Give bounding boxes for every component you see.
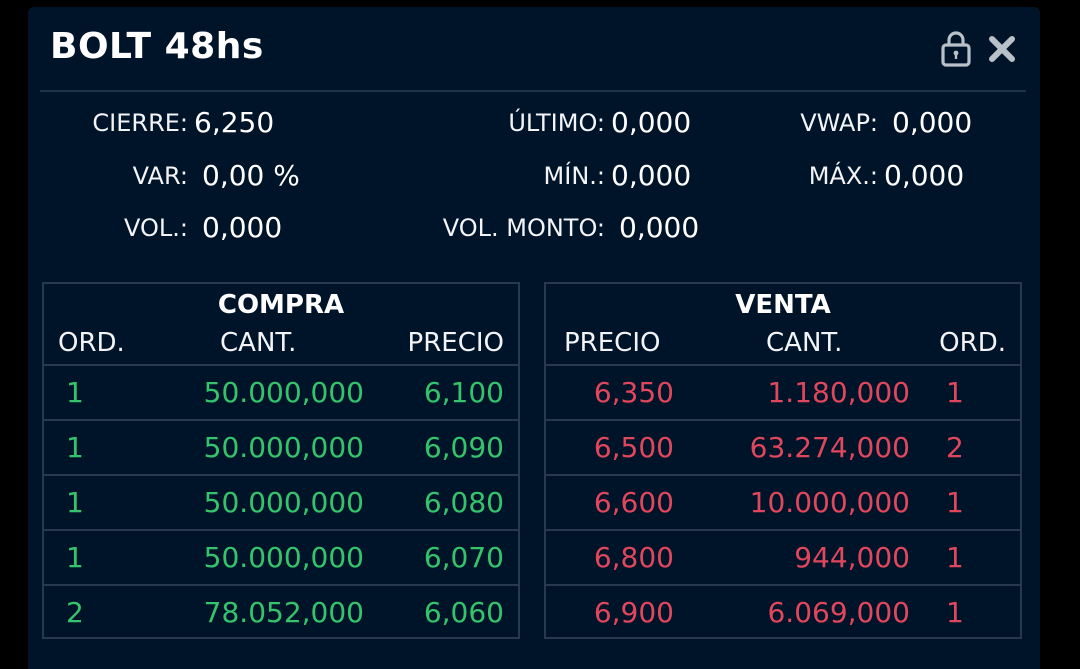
venta-precio: 6,800 xyxy=(593,541,674,574)
compra-cant: 50.000,000 xyxy=(203,431,364,464)
venta-ord: 1 xyxy=(946,541,964,574)
compra-header: COMPRA ORD. CANT. PRECIO xyxy=(44,284,518,366)
venta-row[interactable]: 6,600 10.000,000 1 xyxy=(546,476,1020,531)
stat-max-label-box: MÁX.: xyxy=(28,158,878,194)
venta-ord: 1 xyxy=(946,596,964,629)
lock-icon[interactable] xyxy=(940,29,972,67)
compra-col-precio: PRECIO xyxy=(407,328,504,358)
close-icon[interactable] xyxy=(986,29,1018,67)
compra-precio: 6,090 xyxy=(423,431,504,464)
venta-book: VENTA PRECIO CANT. ORD. 6,350 1.180,000 … xyxy=(544,282,1022,639)
venta-precio: 6,500 xyxy=(593,431,674,464)
stat-max-value: 0,000 xyxy=(884,159,965,192)
compra-cant: 50.000,000 xyxy=(203,486,364,519)
compra-ord: 2 xyxy=(66,596,84,629)
stat-vol-monto-value: 0,000 xyxy=(619,211,700,244)
stat-vwap-label: VWAP: xyxy=(800,109,878,137)
venta-row[interactable]: 6,800 944,000 1 xyxy=(546,531,1020,586)
stat-max-label: MÁX.: xyxy=(808,162,878,190)
instrument-panel: BOLT 48hs CIERRE: 6,250 ÚLTIMO: 0,000 VW… xyxy=(28,7,1040,669)
compra-book: COMPRA ORD. CANT. PRECIO 1 50.000,000 6,… xyxy=(42,282,520,639)
header-actions xyxy=(940,29,1018,67)
compra-row[interactable]: 1 50.000,000 6,090 xyxy=(44,421,518,476)
panel-title: BOLT 48hs xyxy=(50,26,264,67)
venta-col-precio: PRECIO xyxy=(564,328,661,358)
venta-col-ord: ORD. xyxy=(939,328,1006,358)
venta-ord: 1 xyxy=(946,486,964,519)
venta-row[interactable]: 6,900 6.069,000 1 xyxy=(546,586,1020,639)
compra-col-cant: CANT. xyxy=(220,328,297,358)
compra-rows: 1 50.000,000 6,100 1 50.000,000 6,090 1 … xyxy=(44,366,518,639)
venta-cant: 63.274,000 xyxy=(749,431,910,464)
compra-title: COMPRA xyxy=(217,290,345,320)
compra-row[interactable]: 1 50.000,000 6,100 xyxy=(44,366,518,421)
venta-row[interactable]: 6,500 63.274,000 2 xyxy=(546,421,1020,476)
venta-header: VENTA PRECIO CANT. ORD. xyxy=(546,284,1020,366)
compra-row[interactable]: 2 78.052,000 6,060 xyxy=(44,586,518,639)
compra-cant: 78.052,000 xyxy=(203,596,364,629)
venta-ord: 2 xyxy=(946,431,964,464)
venta-cant: 1.180,000 xyxy=(767,376,910,409)
venta-cant: 10.000,000 xyxy=(749,486,910,519)
compra-ord: 1 xyxy=(66,431,84,464)
header-divider xyxy=(40,90,1026,92)
venta-ord: 1 xyxy=(946,376,964,409)
venta-rows: 6,350 1.180,000 1 6,500 63.274,000 2 6,6… xyxy=(546,366,1020,639)
compra-cant: 50.000,000 xyxy=(203,541,364,574)
compra-ord: 1 xyxy=(66,376,84,409)
venta-cant: 944,000 xyxy=(794,541,910,574)
venta-precio: 6,600 xyxy=(593,486,674,519)
stat-vol-monto-label-box: VOL. MONTO: xyxy=(28,210,605,246)
compra-cant: 50.000,000 xyxy=(203,376,364,409)
compra-row[interactable]: 1 50.000,000 6,070 xyxy=(44,531,518,586)
stat-vwap-value: 0,000 xyxy=(892,106,973,139)
compra-ord: 1 xyxy=(66,486,84,519)
stat-vol-monto-label: VOL. MONTO: xyxy=(442,214,605,242)
venta-precio: 6,900 xyxy=(593,596,674,629)
compra-row[interactable]: 1 50.000,000 6,080 xyxy=(44,476,518,531)
venta-cant: 6.069,000 xyxy=(767,596,910,629)
venta-row[interactable]: 6,350 1.180,000 1 xyxy=(546,366,1020,421)
compra-precio: 6,100 xyxy=(423,376,504,409)
venta-col-cant: CANT. xyxy=(766,328,843,358)
stat-vwap-label-box: VWAP: xyxy=(28,105,878,141)
compra-col-ord: ORD. xyxy=(58,328,125,358)
compra-precio: 6,070 xyxy=(423,541,504,574)
compra-precio: 6,060 xyxy=(423,596,504,629)
venta-precio: 6,350 xyxy=(593,376,674,409)
compra-ord: 1 xyxy=(66,541,84,574)
venta-title: VENTA xyxy=(735,290,831,320)
compra-precio: 6,080 xyxy=(423,486,504,519)
